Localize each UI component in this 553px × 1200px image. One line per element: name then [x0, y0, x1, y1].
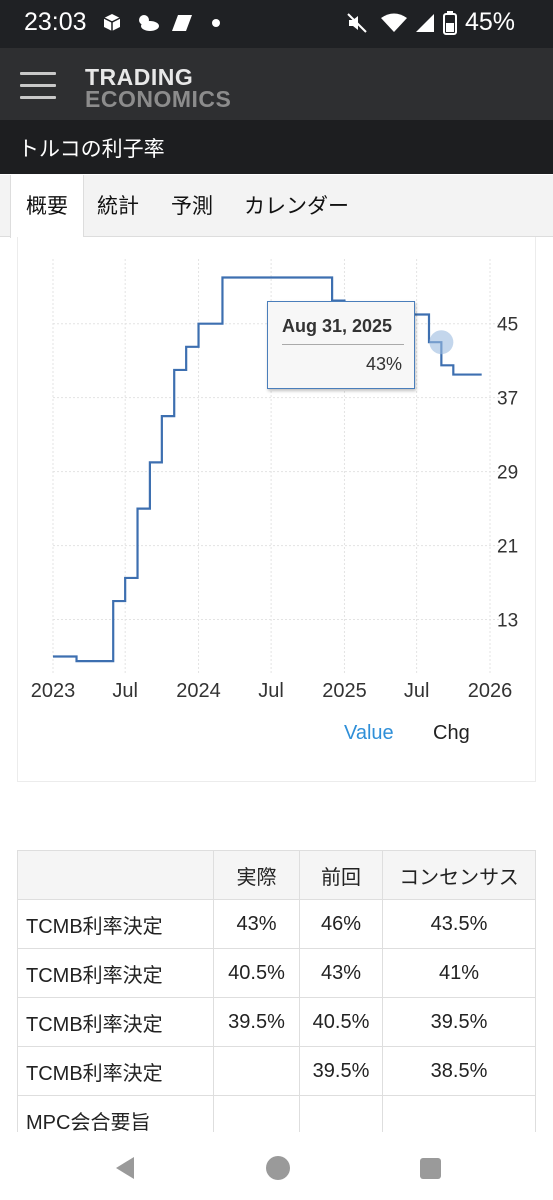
header-name	[17, 850, 214, 900]
tab-label: 統計	[97, 194, 139, 218]
event-name: TCMB利率決定	[17, 997, 214, 1047]
x-tick-label: 2025	[322, 680, 367, 702]
page-title: トルコの利子率	[18, 137, 165, 161]
x-tick-label: Jul	[404, 680, 430, 702]
weather-icon	[139, 15, 159, 31]
chart-tooltip: Aug 31, 2025 43%	[267, 301, 415, 389]
x-tick-label: Jul	[258, 680, 284, 702]
wifi-icon	[381, 13, 407, 32]
mute-icon	[347, 13, 367, 33]
battery-percent: 45%	[464, 8, 515, 36]
table-header-row: 実際 前回 コンセンサス	[17, 850, 536, 900]
table-row[interactable]: TCMB利率決定 43% 46% 43.5%	[17, 899, 536, 949]
event-name: TCMB利率決定	[17, 1046, 214, 1096]
x-tick-label: 2023	[31, 680, 76, 702]
tooltip-divider	[282, 344, 404, 345]
back-icon[interactable]	[116, 1157, 134, 1179]
status-time: 23:03	[24, 8, 87, 36]
calendar-table: 実際 前回 コンセンサス TCMB利率決定 43% 46% 43.5% TCMB…	[17, 850, 536, 1145]
event-name: TCMB利率決定	[17, 948, 214, 998]
slash-app-icon	[172, 15, 192, 31]
previous-value: 40.5%	[299, 997, 383, 1047]
event-name: TCMB利率決定	[17, 899, 214, 949]
consensus-value: 43.5%	[382, 899, 536, 949]
legend-chg-toggle[interactable]: Chg	[433, 722, 470, 745]
tab-statistics[interactable]: 統計	[97, 175, 139, 237]
consensus-value: 41%	[382, 948, 536, 998]
header-consensus: コンセンサス	[382, 850, 536, 900]
tooltip-date: Aug 31, 2025	[282, 316, 393, 336]
actual-value: 43%	[213, 899, 300, 949]
battery-icon	[443, 11, 457, 35]
y-tick-label: 45	[497, 315, 518, 336]
tab-bar: 概要 統計 予測 カレンダー	[0, 175, 553, 238]
x-tick-label: 2024	[176, 680, 221, 702]
y-tick-label: 29	[497, 463, 518, 484]
header-actual: 実際	[213, 850, 300, 900]
tab-label: カレンダー	[244, 194, 349, 218]
consensus-value: 38.5%	[382, 1046, 536, 1096]
table-row[interactable]: TCMB利率決定 40.5% 43% 41%	[17, 948, 536, 998]
tab-overview[interactable]: 概要	[10, 175, 84, 238]
status-bar: 23:03 45%	[0, 0, 553, 48]
previous-value: 43%	[299, 948, 383, 998]
y-tick-label: 37	[497, 389, 518, 410]
home-icon[interactable]	[266, 1156, 290, 1180]
actual-value: 40.5%	[213, 948, 300, 998]
recents-icon[interactable]	[420, 1158, 441, 1179]
tab-forecast[interactable]: 予測	[171, 175, 213, 237]
y-tick-label: 21	[497, 537, 518, 558]
tab-calendar[interactable]: カレンダー	[244, 175, 349, 237]
signal-icon	[416, 14, 434, 32]
x-tick-label: 2026	[468, 680, 513, 702]
consensus-value: 39.5%	[382, 997, 536, 1047]
legend-value-toggle[interactable]: Value	[344, 722, 394, 745]
actual-value: 39.5%	[213, 997, 300, 1047]
title-bar: トルコの利子率	[0, 120, 553, 174]
dot-icon	[212, 19, 220, 27]
y-tick-label: 13	[497, 611, 518, 632]
header-previous: 前回	[299, 850, 383, 900]
menu-icon[interactable]	[20, 72, 56, 102]
tab-label: 概要	[26, 194, 68, 218]
app-header: TRADING ECONOMICS	[0, 48, 553, 120]
logo[interactable]: TRADING ECONOMICS	[85, 64, 232, 112]
hover-marker	[429, 330, 454, 355]
tab-label: 予測	[171, 194, 213, 218]
previous-value: 46%	[299, 899, 383, 949]
tooltip-value: 43%	[365, 354, 402, 374]
logo-line2: ECONOMICS	[85, 86, 232, 112]
box-icon	[103, 14, 121, 31]
previous-value: 39.5%	[299, 1046, 383, 1096]
table-row[interactable]: TCMB利率決定 39.5% 38.5%	[17, 1046, 536, 1096]
table-row[interactable]: TCMB利率決定 39.5% 40.5% 39.5%	[17, 997, 536, 1047]
x-tick-label: Jul	[112, 680, 138, 702]
logo-line1: TRADING	[85, 64, 194, 90]
actual-value	[213, 1046, 300, 1096]
